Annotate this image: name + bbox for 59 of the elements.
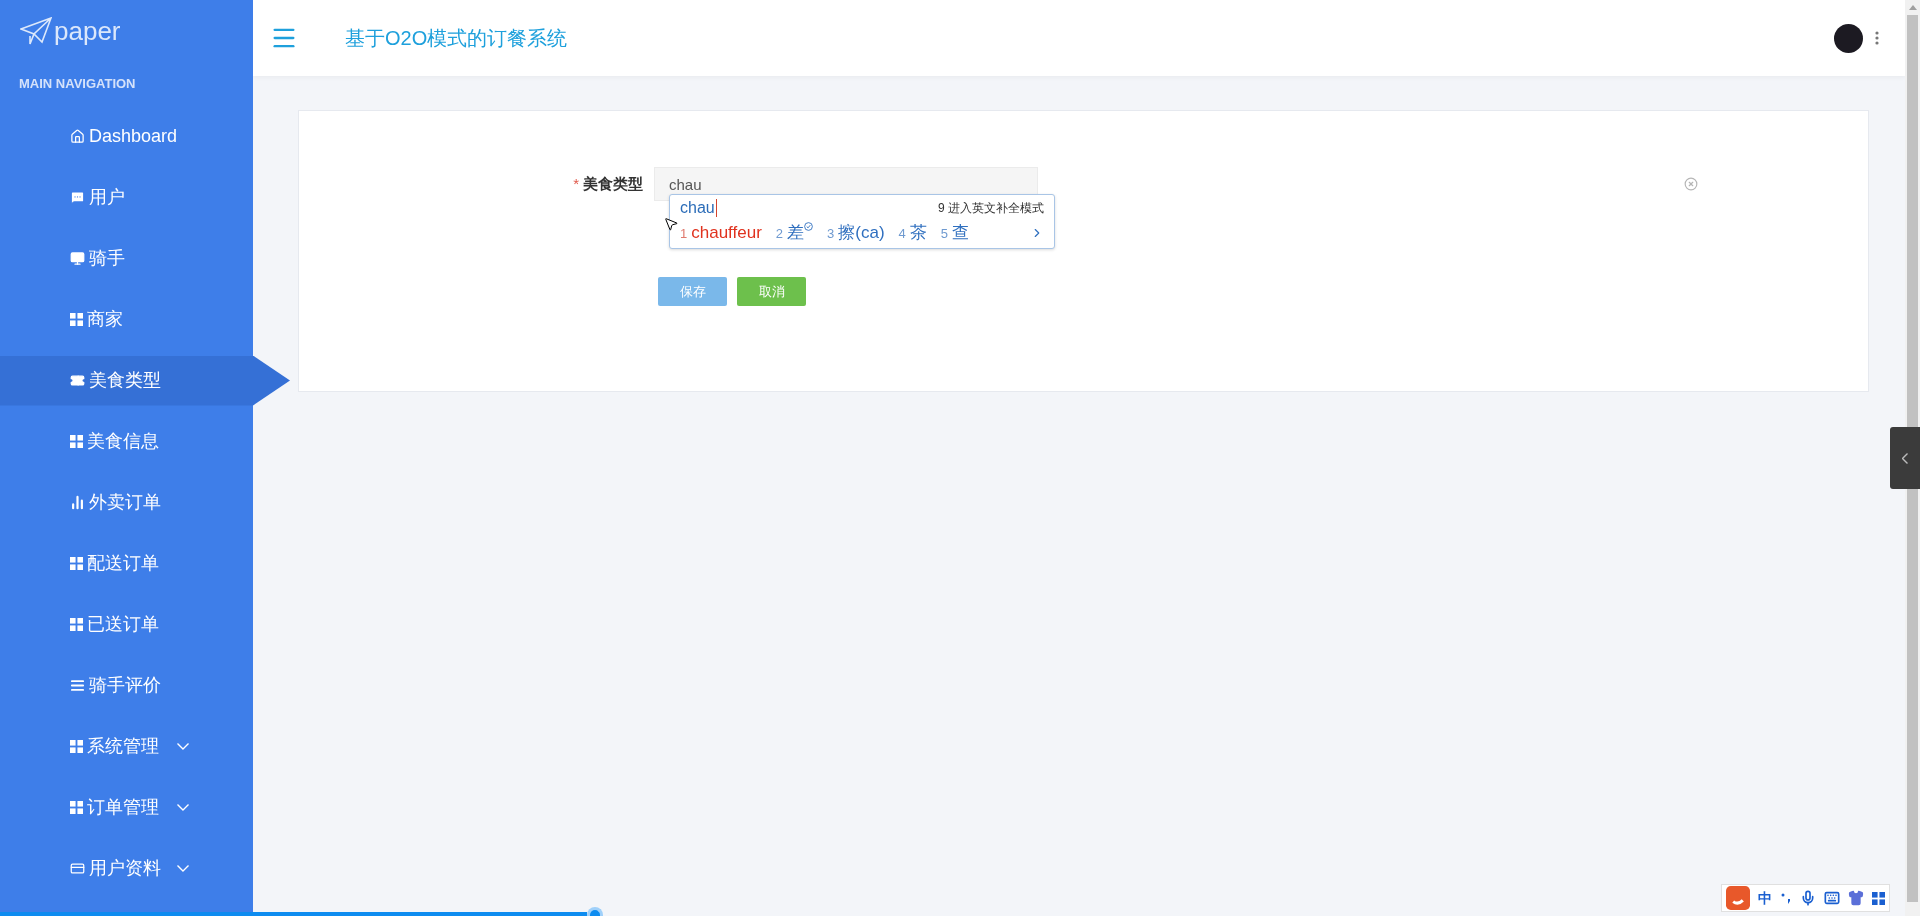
side-panel-toggle[interactable] (1890, 427, 1920, 489)
ime-candidate[interactable]: 1 chauffeur (680, 220, 762, 246)
ime-hint: 9 进入英文补全模式 (938, 200, 1044, 217)
ime-logo-icon[interactable] (1726, 886, 1750, 910)
cancel-button[interactable]: 取消 (737, 277, 806, 306)
nav-item[interactable]: 订单管理 (0, 782, 253, 833)
shirt-icon[interactable] (1848, 890, 1864, 906)
ime-composition: chau (680, 199, 717, 217)
scrollbar-thumb[interactable] (1907, 15, 1918, 902)
nav-item[interactable]: 配送订单 (0, 538, 253, 589)
chat-icon (70, 190, 85, 205)
ime-mode[interactable]: 中 (1758, 887, 1772, 909)
nav-item[interactable]: 商家 (0, 294, 253, 345)
grid-icon (70, 435, 83, 448)
nav-item[interactable]: 骑手 (0, 233, 253, 284)
nav-item[interactable]: Dashboard (0, 111, 253, 162)
ime-candidate[interactable]: 2 差 (775, 220, 814, 246)
nav-item[interactable]: 用户 (0, 172, 253, 223)
monitor-icon (70, 251, 85, 266)
nav-item[interactable]: 已送订单 (0, 599, 253, 650)
grid-icon (70, 801, 83, 814)
check-circle-icon (804, 222, 814, 232)
list-icon (70, 678, 85, 693)
nav-item[interactable]: 美食信息 (0, 416, 253, 467)
scroll-up-icon[interactable] (1908, 5, 1917, 10)
bar-chart-icon (70, 495, 85, 510)
nav-item[interactable]: 外卖订单 (0, 477, 253, 528)
nav-item[interactable]: 系统管理 (0, 721, 253, 772)
chevron-left-icon (1902, 452, 1908, 464)
chevron-down-icon (177, 743, 189, 750)
avatar[interactable] (1834, 23, 1863, 53)
grid-icon (1872, 891, 1885, 905)
ime-candidate[interactable]: 4 茶 (898, 220, 927, 246)
save-button[interactable]: 保存 (658, 277, 727, 306)
nav-item[interactable]: 用户资料 (0, 843, 253, 894)
nav-item[interactable]: 美食类型 (0, 355, 290, 406)
required-mark: * (573, 173, 579, 194)
keyboard-icon[interactable] (1824, 890, 1840, 906)
app-title: 基于O2O模式的订餐系统 (345, 26, 568, 51)
more-icon (1875, 31, 1879, 45)
microphone-icon[interactable] (1800, 890, 1816, 906)
field-label: 美食类型 (583, 173, 643, 194)
nav-heading: MAIN NAVIGATION (19, 75, 136, 94)
logo-text: paper (54, 14, 121, 48)
grid-icon (70, 313, 83, 326)
punctuation-icon[interactable] (1780, 892, 1792, 904)
ticket-icon (70, 373, 85, 388)
chevron-down-icon (177, 865, 189, 872)
ime-candidate[interactable]: 3 擦(ca) (827, 220, 885, 246)
progress-thumb[interactable] (587, 907, 604, 916)
card-icon (70, 861, 85, 876)
chevron-down-icon (177, 804, 189, 811)
home-icon (70, 129, 85, 144)
nav-item[interactable]: 骑手评价 (0, 660, 253, 711)
grid-icon (70, 740, 83, 753)
paper-plane-icon (20, 17, 52, 45)
ime-candidate[interactable]: 5 查 (940, 220, 970, 246)
grid-icon (70, 557, 83, 570)
grid-icon (70, 618, 83, 631)
